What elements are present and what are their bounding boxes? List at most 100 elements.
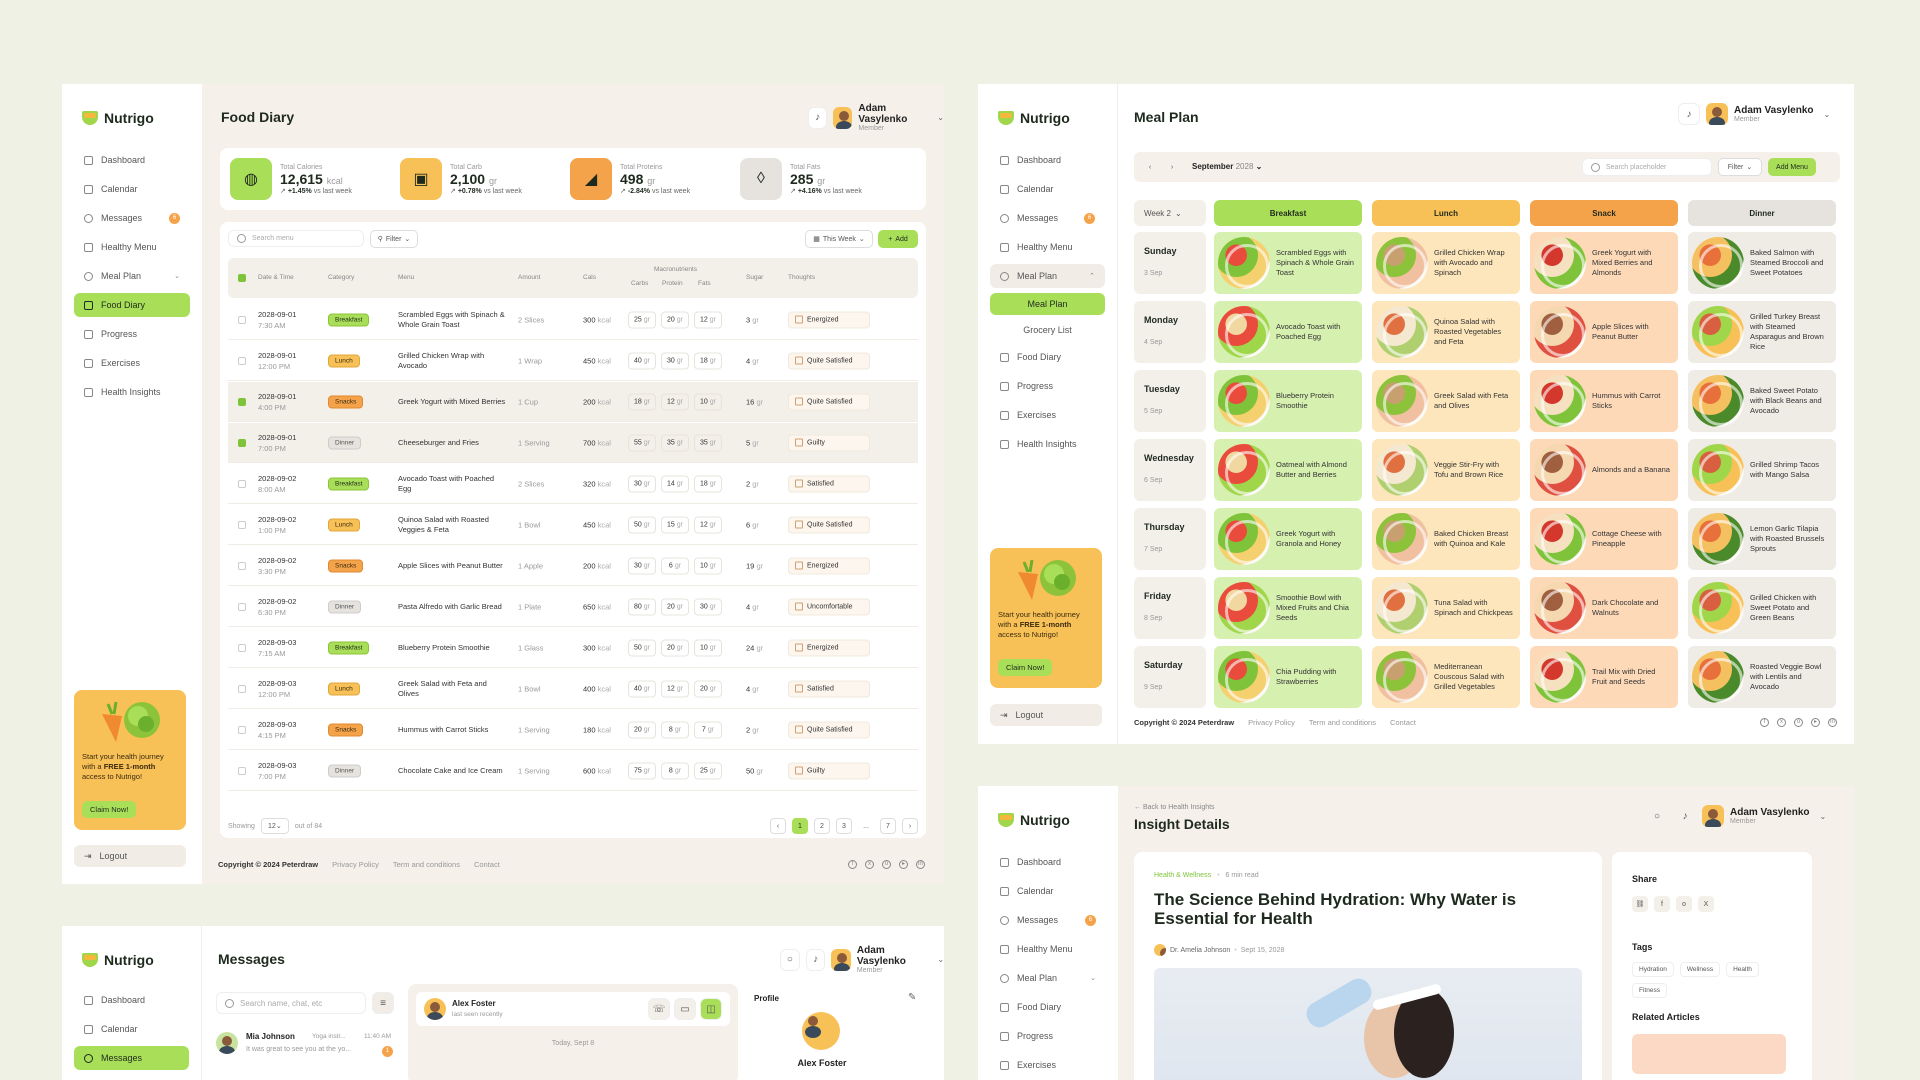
facebook-icon[interactable]: f xyxy=(1654,896,1670,912)
table-row[interactable]: 2028-09-01 4:00 PM Snacks Greek Yogurt with… xyxy=(228,382,918,422)
sidebar-item-calendar[interactable]: Calendar xyxy=(990,177,1105,201)
row-checkbox[interactable] xyxy=(238,520,246,529)
search-input[interactable]: Search name, chat, etc xyxy=(216,992,366,1014)
sidebar-item-messages[interactable]: Messages 6 xyxy=(74,206,190,230)
month-select[interactable]: September 2028 ⌄ xyxy=(1192,162,1262,171)
table-row[interactable]: 2028-09-03 12:00 PM Lunch Greek Salad with … xyxy=(228,669,918,709)
page-3[interactable]: 3 xyxy=(836,818,852,834)
link-icon[interactable]: ⛓ xyxy=(1632,896,1648,912)
bell-icon[interactable]: ♪ xyxy=(805,948,826,971)
phone-icon[interactable]: ☏ xyxy=(648,998,670,1020)
meal-cell[interactable]: Dark Chocolate and Walnuts xyxy=(1530,577,1678,639)
conversation-item[interactable]: Mia Johnson Yoga instr... 11:40 AM It wa… xyxy=(216,1028,396,1062)
user-menu[interactable]: ♪ Adam Vasylenko Member ⌄ xyxy=(1678,103,1830,125)
sidebar-item-dashboard[interactable]: Dashboard xyxy=(74,148,190,172)
sidebar-item-healthy-menu[interactable]: Healthy Menu xyxy=(74,235,190,259)
instagram-icon[interactable]: o xyxy=(1676,896,1692,912)
row-checkbox[interactable] xyxy=(238,438,246,447)
header-cals[interactable]: Cals xyxy=(583,274,596,281)
panel-toggle-icon[interactable]: ◫ xyxy=(700,998,722,1020)
meal-cell[interactable]: Grilled Shrimp Tacos with Mango Salsa xyxy=(1688,439,1836,501)
bell-icon[interactable]: ♪ xyxy=(1678,103,1700,125)
meal-cell[interactable]: Smoothie Bowl with Mixed Fruits and Chia… xyxy=(1214,577,1362,639)
sidebar-item-health-insights[interactable]: Health Insights xyxy=(990,432,1105,456)
page-7[interactable]: 7 xyxy=(880,818,896,834)
meal-cell[interactable]: Greek Salad with Feta and Olives xyxy=(1372,370,1520,432)
meal-cell[interactable]: Scrambled Eggs with Spinach & Whole Grai… xyxy=(1214,232,1362,294)
sidebar-item-healthy-menu[interactable]: Healthy Menu xyxy=(990,937,1106,961)
meal-cell[interactable]: Grilled Chicken with Sweet Potato and Gr… xyxy=(1688,577,1836,639)
table-row[interactable]: 2028-09-01 7:30 AM Breakfast Scrambled Eggs… xyxy=(228,300,918,340)
row-checkbox[interactable] xyxy=(238,356,246,365)
subnav-grocery-list[interactable]: Grocery List xyxy=(990,319,1105,341)
user-menu[interactable]: ♪ Adam Vasylenko Member ⌄ xyxy=(808,103,944,132)
row-checkbox[interactable] xyxy=(238,315,246,324)
youtube-icon[interactable]: ▸ xyxy=(899,860,908,869)
meal-cell[interactable]: Greek Yogurt with Mixed Berries and Almo… xyxy=(1530,232,1678,294)
table-row[interactable]: 2028-09-03 7:00 PM Dinner Chocolate Cake an… xyxy=(228,751,918,791)
meal-cell[interactable]: Chia Pudding with Strawberries xyxy=(1214,646,1362,708)
filter-sliders-icon[interactable]: ≡ xyxy=(372,992,394,1014)
row-checkbox[interactable] xyxy=(238,766,246,775)
table-row[interactable]: 2028-09-02 6:30 PM Dinner Pasta Alfredo wit… xyxy=(228,587,918,627)
bell-icon[interactable]: ♪ xyxy=(808,106,828,129)
sidebar-item-exercises[interactable]: Exercises xyxy=(74,351,190,375)
row-checkbox[interactable] xyxy=(238,397,246,406)
meal-cell[interactable]: Grilled Turkey Breast with Steamed Aspar… xyxy=(1688,301,1836,363)
contact-link[interactable]: Contact xyxy=(1390,718,1416,727)
header-category[interactable]: Category xyxy=(328,274,354,281)
meal-cell[interactable]: Greek Yogurt with Granola and Honey xyxy=(1214,508,1362,570)
edit-icon[interactable]: ✎ xyxy=(908,992,916,1003)
sidebar-item-calendar[interactable]: Calendar xyxy=(990,879,1106,903)
sidebar-item-food-diary[interactable]: Food Diary xyxy=(74,293,190,317)
sidebar-item-dashboard[interactable]: Dashboard xyxy=(74,988,189,1012)
chevron-down-icon[interactable]: ⌄ xyxy=(1823,110,1830,119)
table-row[interactable]: 2028-09-02 8:00 AM Breakfast Avocado Toast … xyxy=(228,464,918,504)
x-icon[interactable]: x xyxy=(865,860,874,869)
table-row[interactable]: 2028-09-02 1:00 PM Lunch Quinoa Salad with … xyxy=(228,505,918,545)
search-input[interactable]: Search placeholder xyxy=(1582,158,1712,176)
sidebar-item-exercises[interactable]: Exercises xyxy=(990,1053,1106,1077)
meal-cell[interactable]: Almonds and a Banana xyxy=(1530,439,1678,501)
meal-cell[interactable]: Trail Mix with Dried Fruit and Seeds xyxy=(1530,646,1678,708)
row-checkbox[interactable] xyxy=(238,561,246,570)
meal-cell[interactable]: Blueberry Protein Smoothie xyxy=(1214,370,1362,432)
linkedin-icon[interactable]: in xyxy=(1828,718,1837,727)
table-row[interactable]: 2028-09-01 7:00 PM Dinner Cheeseburger and … xyxy=(228,423,918,463)
row-checkbox[interactable] xyxy=(238,725,246,734)
x-icon[interactable]: X xyxy=(1698,896,1714,912)
table-row[interactable]: 2028-09-03 7:15 AM Breakfast Blueberry Prot… xyxy=(228,628,918,668)
related-article-thumb[interactable] xyxy=(1632,1034,1786,1074)
sidebar-item-food-diary[interactable]: Food Diary xyxy=(990,345,1105,369)
sidebar-item-meal-plan[interactable]: Meal Plan ⌄ xyxy=(74,264,190,288)
tag-fitness[interactable]: Fitness xyxy=(1632,983,1667,998)
instagram-icon[interactable]: o xyxy=(1794,718,1803,727)
meal-cell[interactable]: Roasted Veggie Bowl with Lentils and Avo… xyxy=(1688,646,1836,708)
instagram-icon[interactable]: o xyxy=(882,860,891,869)
chevron-down-icon[interactable]: ⌄ xyxy=(1819,812,1826,821)
meal-cell[interactable]: Avocado Toast with Poached Egg xyxy=(1214,301,1362,363)
page-2[interactable]: 2 xyxy=(814,818,830,834)
prev-month-button[interactable]: ‹ xyxy=(1142,159,1158,175)
meal-cell[interactable]: Veggie Stir-Fry with Tofu and Brown Rice xyxy=(1372,439,1520,501)
youtube-icon[interactable]: ▸ xyxy=(1811,718,1820,727)
tag-wellness[interactable]: Wellness xyxy=(1679,962,1721,977)
next-month-button[interactable]: › xyxy=(1164,159,1180,175)
contact-link[interactable]: Contact xyxy=(474,860,500,869)
week-select[interactable]: Week 2 ⌄ xyxy=(1134,200,1206,226)
page-1[interactable]: 1 xyxy=(792,818,808,834)
select-all-checkbox[interactable] xyxy=(238,274,246,282)
filter-button[interactable]: ⚲ Filter ⌄ xyxy=(370,230,418,248)
tag-hydration[interactable]: Hydration xyxy=(1632,962,1674,977)
sidebar-item-progress[interactable]: Progress xyxy=(74,322,190,346)
privacy-link[interactable]: Privacy Policy xyxy=(1248,718,1295,727)
meal-cell[interactable]: Grilled Chicken Wrap with Avocado and Sp… xyxy=(1372,232,1520,294)
sidebar-item-messages[interactable]: Messages 6 xyxy=(990,206,1105,230)
meal-cell[interactable]: Apple Slices with Peanut Butter xyxy=(1530,301,1678,363)
meal-cell[interactable]: Baked Salmon with Steamed Broccoli and S… xyxy=(1688,232,1836,294)
header-menu[interactable]: Menu xyxy=(398,274,414,281)
sidebar-item-exercises[interactable]: Exercises xyxy=(990,403,1105,427)
sidebar-item-health-insights[interactable]: Health Insights xyxy=(74,380,190,404)
meal-cell[interactable]: Quinoa Salad with Roasted Vegetables and… xyxy=(1372,301,1520,363)
row-checkbox[interactable] xyxy=(238,479,246,488)
